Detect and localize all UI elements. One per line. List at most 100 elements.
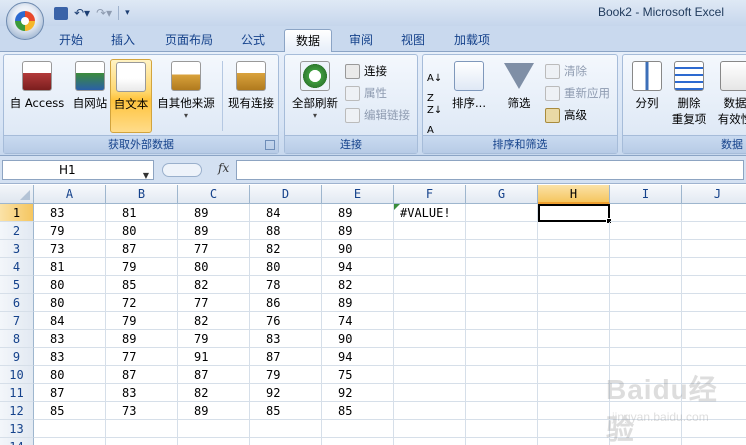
tab-home[interactable]: 开始: [52, 29, 90, 52]
cell-D11[interactable]: 92: [250, 384, 322, 402]
name-box[interactable]: H1 ▼: [2, 160, 154, 180]
cell-C10[interactable]: 87: [178, 366, 250, 384]
column-header-D[interactable]: D: [250, 185, 322, 204]
column-header-G[interactable]: G: [466, 185, 538, 204]
cell-A6[interactable]: 80: [34, 294, 106, 312]
office-button[interactable]: [6, 2, 44, 40]
cell-F3[interactable]: [394, 240, 466, 258]
cell-D13[interactable]: [250, 420, 322, 438]
cell-G5[interactable]: [466, 276, 538, 294]
cell-E3[interactable]: 90: [322, 240, 394, 258]
cell-G1[interactable]: [466, 204, 538, 222]
redo-icon[interactable]: ↷▾: [96, 4, 112, 22]
existing-connections-button[interactable]: 现有连接: [224, 59, 278, 133]
cell-A2[interactable]: 79: [34, 222, 106, 240]
cell-H8[interactable]: [538, 330, 610, 348]
cell-C13[interactable]: [178, 420, 250, 438]
cell-A4[interactable]: 81: [34, 258, 106, 276]
cell-I7[interactable]: [610, 312, 682, 330]
cell-C8[interactable]: 79: [178, 330, 250, 348]
column-header-C[interactable]: C: [178, 185, 250, 204]
external-data-launcher-icon[interactable]: [265, 140, 275, 150]
row-header-13[interactable]: 13: [0, 420, 34, 438]
cell-H2[interactable]: [538, 222, 610, 240]
row-header-1[interactable]: 1: [0, 204, 34, 222]
cell-B9[interactable]: 77: [106, 348, 178, 366]
cell-G7[interactable]: [466, 312, 538, 330]
cell-A11[interactable]: 87: [34, 384, 106, 402]
cell-I2[interactable]: [610, 222, 682, 240]
name-box-dropdown-icon[interactable]: ▼: [143, 167, 149, 185]
row-header-11[interactable]: 11: [0, 384, 34, 402]
cell-E14[interactable]: [322, 438, 394, 445]
save-icon[interactable]: [54, 6, 68, 20]
cell-D14[interactable]: [250, 438, 322, 445]
row-header-6[interactable]: 6: [0, 294, 34, 312]
data-validation-button[interactable]: 数据 有效性: [715, 59, 746, 133]
tab-formulas[interactable]: 公式: [234, 29, 272, 52]
cell-G13[interactable]: [466, 420, 538, 438]
cell-B4[interactable]: 79: [106, 258, 178, 276]
cell-B10[interactable]: 87: [106, 366, 178, 384]
cell-I8[interactable]: [610, 330, 682, 348]
cell-H7[interactable]: [538, 312, 610, 330]
cell-E12[interactable]: 85: [322, 402, 394, 420]
insert-function-icon[interactable]: fx: [218, 161, 229, 175]
cell-H4[interactable]: [538, 258, 610, 276]
cell-J8[interactable]: [682, 330, 746, 348]
cell-D10[interactable]: 79: [250, 366, 322, 384]
cell-D8[interactable]: 83: [250, 330, 322, 348]
cell-G12[interactable]: [466, 402, 538, 420]
cell-C3[interactable]: 77: [178, 240, 250, 258]
cell-I1[interactable]: [610, 204, 682, 222]
cell-H3[interactable]: [538, 240, 610, 258]
cell-J5[interactable]: [682, 276, 746, 294]
cell-C1[interactable]: 89: [178, 204, 250, 222]
column-header-H[interactable]: H: [538, 185, 610, 204]
cell-J7[interactable]: [682, 312, 746, 330]
undo-icon[interactable]: ↶▾: [74, 4, 90, 22]
cell-C6[interactable]: 77: [178, 294, 250, 312]
cell-C5[interactable]: 82: [178, 276, 250, 294]
cell-A9[interactable]: 83: [34, 348, 106, 366]
cell-A13[interactable]: [34, 420, 106, 438]
row-header-5[interactable]: 5: [0, 276, 34, 294]
cell-D2[interactable]: 88: [250, 222, 322, 240]
tab-add-ins[interactable]: 加载项: [446, 29, 498, 52]
cell-F1[interactable]: #VALUE!: [394, 204, 466, 222]
cell-J4[interactable]: [682, 258, 746, 276]
cell-B1[interactable]: 81: [106, 204, 178, 222]
cell-F8[interactable]: [394, 330, 466, 348]
sort-descending-button[interactable]: Z↓ A: [427, 101, 442, 136]
cell-H5[interactable]: [538, 276, 610, 294]
cell-B3[interactable]: 87: [106, 240, 178, 258]
cell-F5[interactable]: [394, 276, 466, 294]
customize-qat-icon[interactable]: ▾: [125, 4, 130, 22]
edit-links-button[interactable]: 编辑链接: [345, 105, 410, 125]
cell-J6[interactable]: [682, 294, 746, 312]
formula-bar-resize-handle[interactable]: [162, 163, 202, 177]
cell-D1[interactable]: 84: [250, 204, 322, 222]
tab-data[interactable]: 数据: [284, 29, 332, 52]
cell-F6[interactable]: [394, 294, 466, 312]
from-text-button[interactable]: 自文本: [110, 59, 152, 133]
properties-button[interactable]: 属性: [345, 83, 387, 103]
cell-G14[interactable]: [466, 438, 538, 445]
cell-E13[interactable]: [322, 420, 394, 438]
cell-B13[interactable]: [106, 420, 178, 438]
cell-A3[interactable]: 73: [34, 240, 106, 258]
advanced-filter-button[interactable]: 高级: [545, 105, 587, 125]
cell-E2[interactable]: 89: [322, 222, 394, 240]
cell-G3[interactable]: [466, 240, 538, 258]
tab-view[interactable]: 视图: [394, 29, 432, 52]
cell-H1[interactable]: [538, 204, 610, 222]
cell-I3[interactable]: [610, 240, 682, 258]
cell-G10[interactable]: [466, 366, 538, 384]
cell-A5[interactable]: 80: [34, 276, 106, 294]
cell-A8[interactable]: 83: [34, 330, 106, 348]
column-header-E[interactable]: E: [322, 185, 394, 204]
refresh-all-button[interactable]: 全部刷新 ▾: [287, 59, 343, 133]
row-header-10[interactable]: 10: [0, 366, 34, 384]
cell-A10[interactable]: 80: [34, 366, 106, 384]
cell-D3[interactable]: 82: [250, 240, 322, 258]
